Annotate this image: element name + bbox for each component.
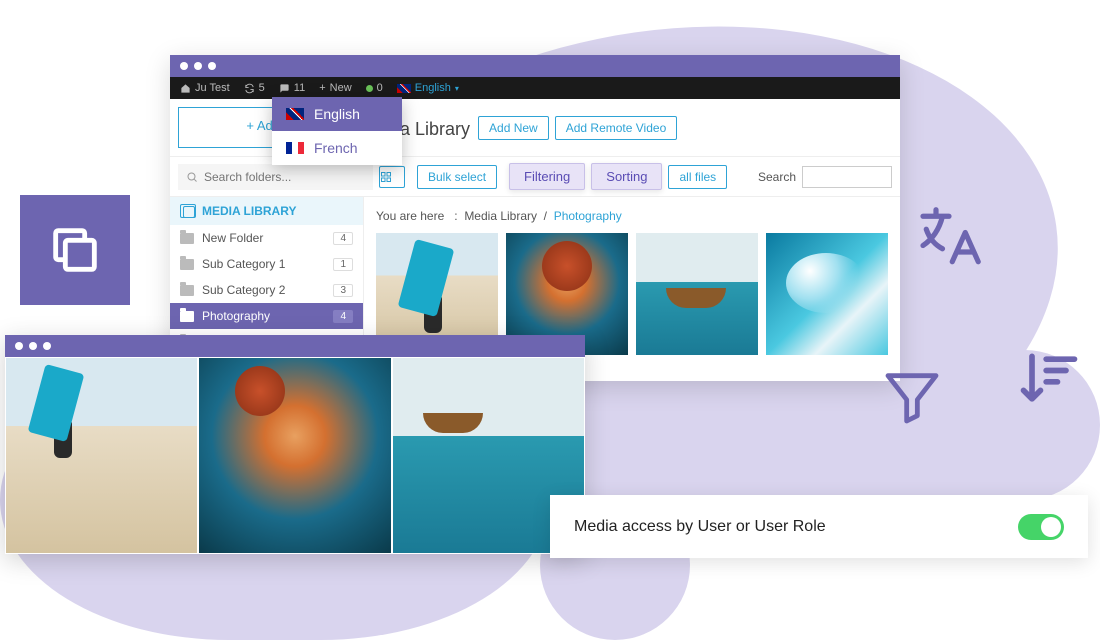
folder-count: 4 [333, 310, 353, 323]
folder-icon [180, 259, 194, 270]
sidebar-folder-item[interactable]: Sub Category 2 3 [170, 277, 363, 303]
flag-fr-icon [286, 142, 304, 154]
window-titlebar [5, 335, 585, 357]
window-dot [15, 342, 23, 350]
folder-name: Sub Category 2 [202, 283, 285, 297]
folder-icon [180, 233, 194, 244]
home-icon [180, 83, 191, 94]
copy-icon [46, 221, 104, 279]
toggle-card: Media access by User or User Role [550, 495, 1088, 558]
folder-name: New Folder [202, 231, 263, 245]
flag-uk-icon [397, 84, 411, 93]
search-label: Search [758, 170, 796, 184]
library-icon [180, 204, 196, 218]
site-name: Ju Test [195, 82, 230, 94]
translate-icon [910, 200, 988, 278]
access-toggle[interactable] [1018, 514, 1064, 540]
new-item[interactable]: + New [319, 82, 351, 94]
language-dropdown: English French [272, 97, 402, 165]
media-thumbnail[interactable] [766, 233, 888, 355]
window-dot [208, 62, 216, 70]
all-files-button[interactable]: all files [668, 165, 727, 189]
sidebar-folder-item[interactable]: Sub Category 1 1 [170, 251, 363, 277]
breadcrumb-current[interactable]: Photography [554, 209, 622, 223]
window-dot [180, 62, 188, 70]
toggle-label: Media access by User or User Role [574, 518, 826, 536]
preview-thumbnails [5, 357, 585, 554]
sidebar-folder-item[interactable]: Photography 4 [170, 303, 363, 329]
comment-icon [279, 83, 290, 94]
status-dot-icon [366, 85, 373, 92]
window-dot [29, 342, 37, 350]
window-dot [43, 342, 51, 350]
filtering-pill[interactable]: Filtering [509, 163, 585, 190]
filter-icon [880, 365, 944, 429]
folder-icon [180, 311, 194, 322]
language-switcher[interactable]: English ▾ [397, 82, 459, 94]
language-option-english[interactable]: English [272, 97, 402, 131]
admin-bar: Ju Test 5 11 + New 0 English ▾ [170, 77, 900, 99]
folder-count: 1 [333, 258, 353, 271]
sorting-pill[interactable]: Sorting [591, 163, 662, 190]
grid-view-button[interactable] [379, 166, 405, 188]
folder-name: Sub Category 1 [202, 257, 285, 271]
search-input[interactable] [802, 166, 892, 188]
add-remote-video-button[interactable]: Add Remote Video [555, 116, 678, 140]
refresh-count[interactable]: 5 [244, 82, 265, 94]
add-new-button[interactable]: Add New [478, 116, 549, 140]
page-title: a Library [396, 107, 478, 148]
folder-icon [180, 285, 194, 296]
copy-badge [20, 195, 130, 305]
window-titlebar [170, 55, 900, 77]
window-dot [194, 62, 202, 70]
breadcrumb: You are here : Media Library / Photograp… [376, 205, 888, 233]
sidebar-folder-item[interactable]: New Folder 4 [170, 225, 363, 251]
preview-thumbnail[interactable] [199, 358, 390, 553]
status[interactable]: 0 [366, 82, 383, 94]
sort-icon [1015, 345, 1083, 413]
preview-window [5, 335, 585, 554]
folder-count: 3 [333, 284, 353, 297]
refresh-icon [244, 83, 255, 94]
language-option-french[interactable]: French [272, 131, 402, 165]
folder-count: 4 [333, 232, 353, 245]
preview-thumbnail[interactable] [6, 358, 197, 553]
media-thumbnail[interactable] [636, 233, 758, 355]
comments-count[interactable]: 11 [279, 82, 305, 94]
bulk-select-button[interactable]: Bulk select [417, 165, 497, 189]
sidebar-header[interactable]: MEDIA LIBRARY [170, 197, 363, 225]
flag-uk-icon [286, 108, 304, 120]
folder-name: Photography [202, 309, 270, 323]
chevron-down-icon: ▾ [455, 84, 459, 93]
breadcrumb-parent: Media Library [464, 209, 537, 223]
grid-icon [380, 171, 392, 183]
search-folders-input[interactable] [178, 164, 373, 190]
site-home[interactable]: Ju Test [180, 82, 230, 94]
